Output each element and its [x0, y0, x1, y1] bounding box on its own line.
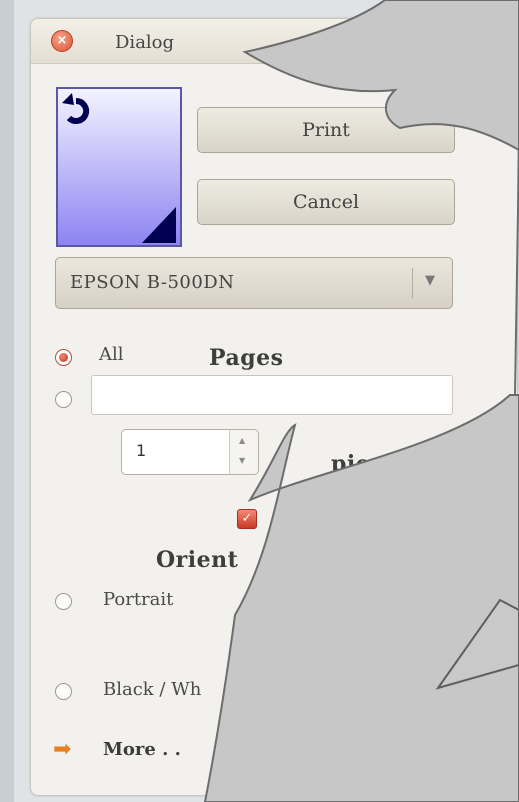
copies-stepper-buttons: ▲ ▼ — [229, 430, 258, 474]
page-range-input[interactable] — [91, 375, 453, 415]
arrow-right-icon[interactable]: ➡ — [53, 737, 71, 762]
copies-value: 1 — [136, 441, 147, 460]
pages-all-label: All — [99, 344, 124, 365]
printer-select-divider — [412, 268, 413, 298]
collate-checkbox[interactable]: ✓ — [237, 509, 257, 529]
desktop-strip — [0, 0, 14, 802]
close-icon[interactable]: × — [51, 30, 73, 52]
orientation-heading: Orient — [156, 547, 239, 573]
chevron-down-icon[interactable]: ▼ — [425, 273, 435, 288]
print-button[interactable]: Print — [197, 107, 455, 153]
pages-heading: Pages — [209, 345, 284, 371]
rotate-arrow-icon — [62, 93, 74, 105]
pages-all-radio[interactable] — [55, 349, 72, 366]
portrait-label: Portrait — [103, 589, 174, 610]
copies-heading: pies — [331, 451, 384, 477]
printer-select[interactable]: EPSON B-500DN ▼ — [55, 257, 453, 309]
black-white-label: Black / Wh — [103, 679, 202, 700]
pages-range-radio[interactable] — [55, 391, 72, 408]
cancel-button[interactable]: Cancel — [197, 179, 455, 225]
page-preview-graphic — [62, 93, 176, 243]
decrement-icon[interactable]: ▼ — [239, 456, 245, 465]
black-white-radio[interactable] — [55, 683, 72, 700]
printer-select-value: EPSON B-500DN — [70, 272, 235, 293]
print-dialog: × Dialog Print Cancel EPSON B-500DN ▼ Al… — [30, 18, 518, 796]
window-title: Dialog — [115, 32, 175, 53]
more-expander[interactable]: More . . — [103, 739, 181, 760]
increment-icon[interactable]: ▲ — [239, 436, 245, 445]
page-corner-icon — [142, 207, 176, 243]
title-bar: × Dialog — [31, 19, 517, 64]
color-heading: C — [241, 641, 260, 667]
page-preview — [56, 87, 182, 247]
copies-stepper[interactable]: 1 ▲ ▼ — [121, 429, 259, 475]
portrait-radio[interactable] — [55, 593, 72, 610]
